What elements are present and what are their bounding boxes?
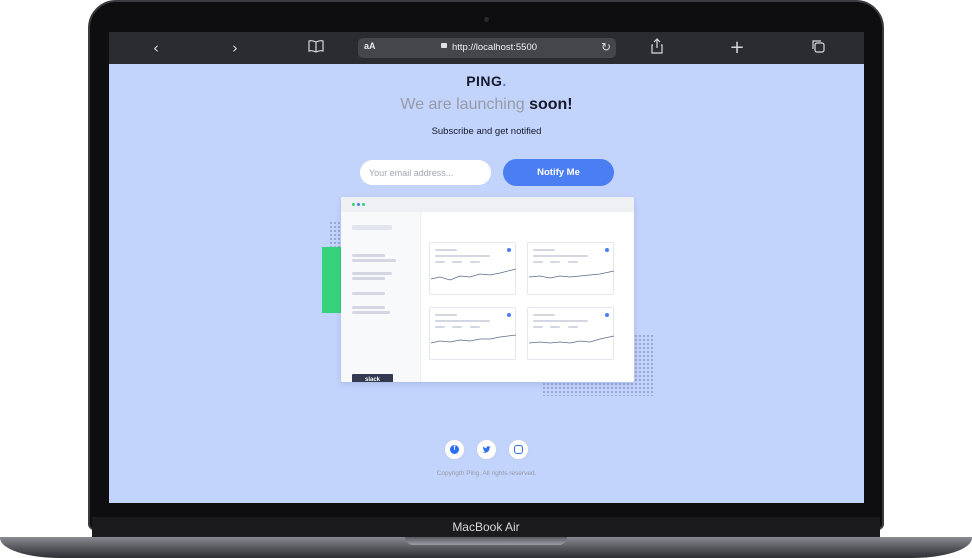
mockup-dot — [352, 203, 355, 206]
tabs-overview-icon[interactable] — [808, 38, 828, 58]
copyright-text: Copyrigth Ping. All rights reserved. — [436, 470, 537, 477]
mockup-line — [352, 277, 385, 280]
mockup-line — [352, 306, 385, 309]
mockup-titlebar — [341, 197, 634, 212]
forward-icon[interactable]: › — [225, 38, 245, 58]
notify-me-button[interactable]: Notify Me — [503, 159, 614, 186]
laptop-device: ‹ › aA http://localhost:5500 ↻ + PING. W… — [0, 0, 972, 558]
back-icon[interactable]: ‹ — [146, 38, 166, 58]
mockup-line — [352, 292, 385, 295]
page-title: We are launching soon! — [400, 96, 573, 113]
dashboard-mockup: slack — [341, 197, 634, 382]
laptop-chin: MacBook Air — [92, 517, 880, 537]
camera-icon — [484, 17, 489, 22]
logo: PING. — [466, 73, 507, 89]
device-label: MacBook Air — [452, 520, 520, 534]
mockup-dot — [357, 203, 360, 206]
instagram-icon — [514, 445, 523, 454]
browser-screen: ‹ › aA http://localhost:5500 ↻ + PING. W… — [109, 32, 864, 503]
mockup-sidebar: slack — [341, 212, 421, 382]
mockup-line — [352, 259, 396, 262]
email-input[interactable] — [360, 160, 491, 185]
address-bar[interactable]: aA http://localhost:5500 ↻ — [358, 38, 616, 58]
mockup-chart-card — [527, 242, 615, 295]
mockup-line — [352, 272, 392, 275]
dashboard-illustration: slack — [321, 197, 655, 397]
facebook-button[interactable]: f — [444, 439, 465, 460]
url-text: http://localhost:5500 — [452, 42, 538, 53]
instagram-button[interactable] — [508, 439, 529, 460]
mockup-chart-card — [429, 242, 517, 295]
twitter-icon — [482, 445, 491, 454]
slack-badge: slack — [352, 374, 393, 382]
new-tab-icon[interactable]: + — [727, 38, 747, 58]
reload-icon[interactable]: ↻ — [601, 40, 611, 54]
twitter-button[interactable] — [476, 439, 497, 460]
mockup-chart-card — [527, 307, 615, 360]
laptop-notch — [405, 537, 567, 545]
mockup-line — [352, 225, 392, 230]
browser-toolbar: ‹ › aA http://localhost:5500 ↻ + — [109, 32, 864, 64]
mockup-line — [352, 311, 390, 314]
bookmarks-icon[interactable] — [306, 38, 326, 58]
share-icon[interactable] — [647, 38, 667, 58]
mockup-line — [352, 254, 385, 257]
subtitle: Subscribe and get notified — [431, 126, 542, 137]
reader-button[interactable]: aA — [364, 41, 376, 51]
landing-page: PING. We are launching soon! Subscribe a… — [109, 64, 864, 503]
mockup-chart-card — [429, 307, 517, 360]
lock-icon — [441, 43, 447, 48]
mockup-dot — [362, 203, 365, 206]
facebook-icon: f — [450, 445, 459, 454]
